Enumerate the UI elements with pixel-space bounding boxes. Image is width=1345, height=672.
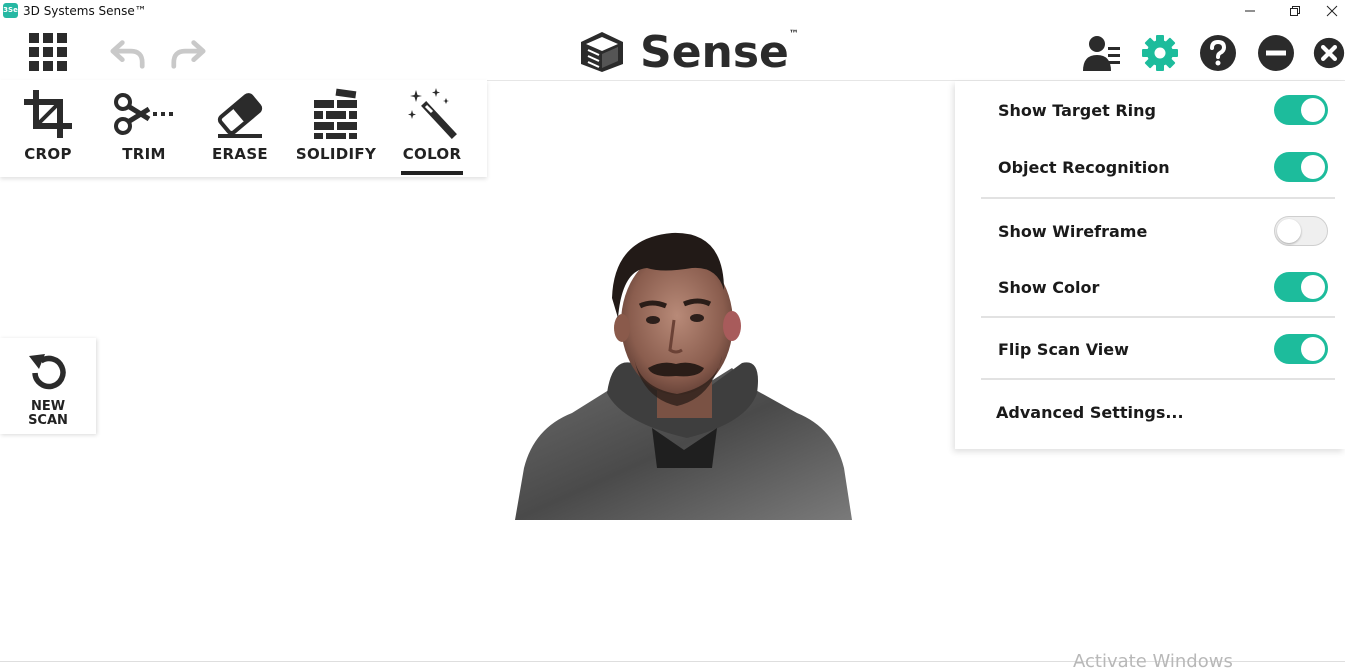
help-button[interactable]	[1198, 33, 1238, 73]
crop-tool-label: CROP	[24, 145, 72, 163]
new-scan-button[interactable]: NEW SCAN	[0, 338, 96, 434]
erase-tool-button[interactable]: ERASE	[195, 88, 285, 176]
flip-scan-view-toggle[interactable]	[1274, 334, 1328, 364]
erase-tool-label: ERASE	[212, 145, 268, 163]
scanned-model-preview	[515, 232, 852, 520]
user-profile-button[interactable]	[1082, 33, 1122, 73]
setting-label: Flip Scan View	[998, 340, 1129, 359]
close-app-button[interactable]	[1313, 33, 1345, 73]
setting-label: Show Color	[998, 278, 1100, 297]
gear-icon	[1142, 35, 1178, 71]
edit-tools-panel: CROP TRIM ERASE SOLIDIFY COLOR	[0, 80, 487, 177]
setting-show-target-ring: Show Target Ring	[998, 95, 1328, 125]
redo-icon	[171, 40, 206, 69]
scissors-icon	[114, 93, 173, 135]
undo-icon	[110, 40, 145, 69]
settings-divider	[981, 316, 1335, 318]
close-window-button[interactable]	[1318, 0, 1345, 22]
setting-show-color: Show Color	[998, 272, 1328, 302]
restore-window-button[interactable]	[1273, 0, 1317, 22]
setting-show-wireframe: Show Wireframe	[998, 216, 1328, 246]
show-target-ring-toggle[interactable]	[1274, 95, 1328, 125]
window-title: 3D Systems Sense™	[23, 4, 147, 18]
minus-circle-icon	[1258, 35, 1294, 71]
show-wireframe-toggle[interactable]	[1274, 216, 1328, 246]
setting-object-recognition: Object Recognition	[998, 152, 1328, 182]
3d-systems-logo-icon	[581, 32, 623, 72]
minimize-window-button[interactable]	[1228, 0, 1272, 22]
crop-icon	[24, 90, 72, 138]
user-settings-icon	[1083, 36, 1120, 71]
settings-divider	[981, 197, 1335, 199]
magic-wand-icon	[408, 88, 457, 139]
activate-windows-watermark: Activate Windows	[1073, 651, 1233, 672]
color-tool-label: COLOR	[402, 145, 462, 163]
close-circle-icon	[1313, 37, 1345, 69]
new-scan-label: NEW SCAN	[28, 399, 68, 428]
settings-divider	[981, 378, 1335, 380]
setting-label: Show Wireframe	[998, 222, 1148, 241]
app-icon: 3Se	[3, 3, 18, 18]
trim-tool-label: TRIM	[122, 145, 166, 163]
color-tool-button[interactable]: COLOR	[387, 88, 477, 176]
settings-panel: Show Target Ring Object Recognition Show…	[955, 81, 1345, 449]
brand-logo: Sense™	[578, 26, 799, 78]
apps-grid-icon	[29, 33, 67, 71]
trim-tool-button[interactable]: TRIM	[99, 88, 189, 176]
show-color-toggle[interactable]	[1274, 272, 1328, 302]
setting-label: Object Recognition	[998, 158, 1170, 177]
close-icon	[1326, 5, 1337, 17]
setting-flip-scan-view: Flip Scan View	[998, 334, 1328, 364]
apps-grid-button[interactable]	[28, 32, 68, 72]
app-header: Sense™	[0, 22, 1345, 81]
minimize-icon	[1245, 10, 1255, 12]
active-tool-indicator	[401, 171, 463, 175]
crop-tool-button[interactable]: CROP	[3, 88, 93, 176]
setting-label: Show Target Ring	[998, 101, 1156, 120]
solidify-tool-button[interactable]: SOLIDIFY	[291, 88, 381, 176]
object-recognition-toggle[interactable]	[1274, 152, 1328, 182]
redo-button[interactable]	[170, 36, 206, 72]
minimize-app-button[interactable]	[1256, 33, 1296, 73]
solidify-tool-label: SOLIDIFY	[295, 145, 377, 163]
brand-name: Sense™	[640, 26, 799, 78]
advanced-settings-link[interactable]: Advanced Settings...	[996, 403, 1184, 422]
title-bar: 3Se 3D Systems Sense™	[0, 0, 1345, 22]
undo-button[interactable]	[110, 36, 146, 72]
help-icon	[1200, 35, 1236, 71]
restore-icon	[1290, 6, 1300, 16]
settings-button[interactable]	[1140, 33, 1180, 73]
eraser-icon	[217, 93, 263, 138]
bricks-icon	[314, 88, 357, 139]
refresh-icon	[29, 354, 66, 390]
